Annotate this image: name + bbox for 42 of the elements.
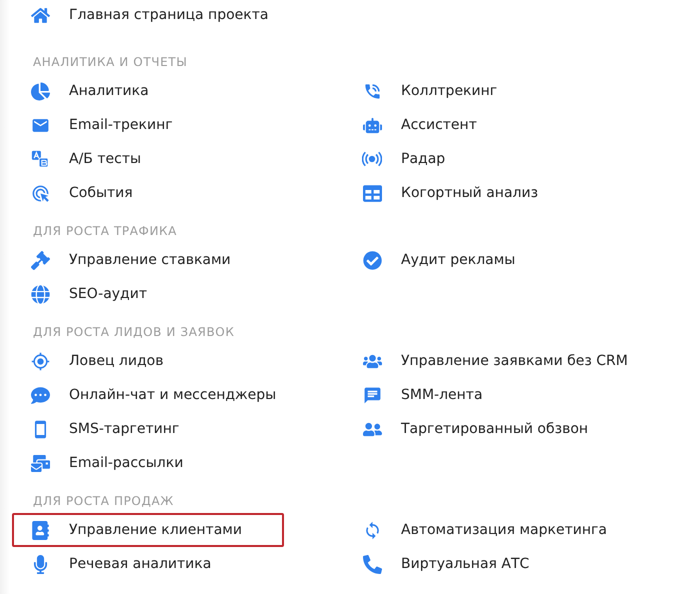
section-heading: ДЛЯ РОСТА ПРОДАЖ <box>33 494 174 508</box>
menu-item[interactable]: SMM-лента <box>344 378 525 412</box>
globe-icon <box>30 284 50 304</box>
table-icon <box>362 183 382 203</box>
menu-item[interactable]: Речевая аналитика <box>12 547 254 581</box>
contact-book-icon <box>30 520 50 540</box>
phone-icon <box>362 554 382 574</box>
menu-item[interactable]: Управление клиентами <box>12 513 284 547</box>
menu-item[interactable]: Ассистент <box>344 108 519 142</box>
menu-item[interactable]: Управление заявками без CRM <box>344 344 670 378</box>
chat-bubble-icon <box>30 385 50 405</box>
target-cursor-icon <box>30 183 50 203</box>
section-heading: ДЛЯ РОСТА ЛИДОВ И ЗАЯВОК <box>33 325 234 339</box>
section-heading: ДЛЯ РОСТА ТРАФИКА <box>33 224 177 238</box>
menu-item[interactable]: События <box>12 176 175 210</box>
crosshair-icon <box>30 351 50 371</box>
menu-item[interactable]: Ловец лидов <box>12 344 206 378</box>
menu-item[interactable]: SEO-аудит <box>12 277 189 311</box>
menu-item[interactable]: Главная страница проекта <box>12 0 310 30</box>
gavel-icon <box>30 250 50 270</box>
pie-chart-icon <box>30 81 50 101</box>
broadcast-icon <box>362 149 382 169</box>
robot-icon <box>362 115 382 135</box>
menu-item[interactable]: Коллтрекинг <box>344 74 540 108</box>
menu-item[interactable]: Управление ставками <box>12 243 273 277</box>
message-icon <box>362 385 382 405</box>
menu-item[interactable]: Email-рассылки <box>12 446 226 480</box>
home-icon <box>30 5 50 25</box>
ab-letters-icon <box>30 149 50 169</box>
menu-item[interactable]: Аудит рекламы <box>344 243 558 277</box>
mail-stack-icon <box>30 453 50 473</box>
section-heading: АНАЛИТИКА И ОТЧЕТЫ <box>33 55 188 69</box>
menu-item[interactable]: Радар <box>344 142 488 176</box>
menu-item[interactable]: Аналитика <box>12 74 191 108</box>
menu-item[interactable]: Когортный анализ <box>344 176 580 210</box>
menu-item[interactable]: SMS-таргетинг <box>12 412 222 446</box>
menu-item[interactable]: Виртуальная АТС <box>344 547 572 581</box>
menu-item[interactable]: А/Б тесты <box>12 142 184 176</box>
menu-item[interactable]: Автоматизация маркетинга <box>344 513 649 547</box>
menu-item[interactable]: Онлайн-чат и мессенджеры <box>12 378 318 412</box>
menu-item[interactable]: Email-трекинг <box>12 108 215 142</box>
menu-item[interactable]: Таргетированный обзвон <box>344 412 630 446</box>
